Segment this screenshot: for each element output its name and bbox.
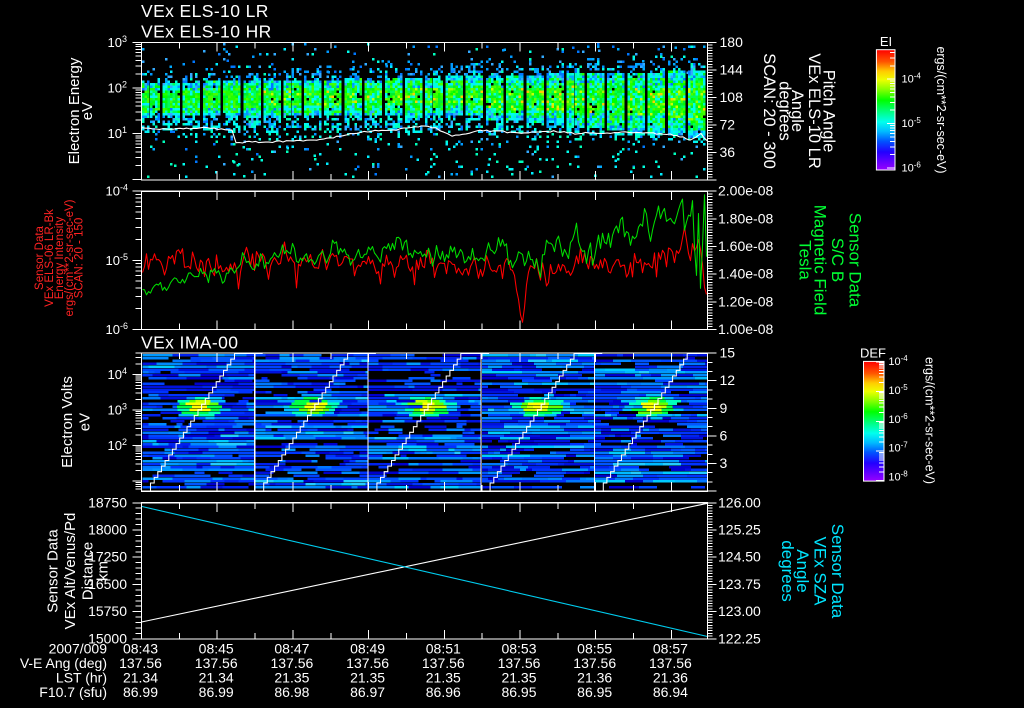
svg-text:VEx ELS-10 HR: VEx ELS-10 HR xyxy=(141,22,272,42)
svg-text:km: km xyxy=(95,561,112,581)
svg-text:ergs/(cm**2-sr-sec-eV): ergs/(cm**2-sr-sec-eV) xyxy=(923,357,937,484)
svg-text:3: 3 xyxy=(720,455,728,471)
svg-text:15: 15 xyxy=(720,345,736,361)
svg-text:144: 144 xyxy=(720,61,744,77)
svg-text:2.00e-08: 2.00e-08 xyxy=(718,183,773,199)
svg-text:degrees: degrees xyxy=(778,540,797,601)
svg-text:72: 72 xyxy=(720,116,736,132)
svg-text:124.50: 124.50 xyxy=(718,549,761,565)
svg-text:6: 6 xyxy=(720,428,728,444)
svg-text:86.95: 86.95 xyxy=(577,684,612,700)
svg-text:VEx SZA: VEx SZA xyxy=(811,537,830,607)
svg-text:1.80e-08: 1.80e-08 xyxy=(718,210,773,226)
svg-text:EI: EI xyxy=(880,34,892,49)
svg-text:SCAN: 20 - 300: SCAN: 20 - 300 xyxy=(760,53,778,169)
svg-text:eV: eV xyxy=(79,102,96,120)
svg-text:86.96: 86.96 xyxy=(426,684,461,700)
svg-text:18000: 18000 xyxy=(88,522,127,538)
svg-text:123.00: 123.00 xyxy=(718,603,761,619)
svg-text:VEx ELS-10 LR: VEx ELS-10 LR xyxy=(141,1,269,21)
svg-text:86.99: 86.99 xyxy=(199,684,234,700)
svg-text:108: 108 xyxy=(720,89,744,105)
svg-text:ergs/(cm**2-sr-sec-eV): ergs/(cm**2-sr-sec-eV) xyxy=(934,46,948,173)
svg-text:180: 180 xyxy=(720,34,744,50)
svg-text:Sensor Data: Sensor Data xyxy=(828,524,847,619)
svg-text:12: 12 xyxy=(720,372,736,388)
svg-text:122.25: 122.25 xyxy=(718,630,761,646)
svg-text:S/C B: S/C B xyxy=(828,238,847,282)
svg-text:1.20e-08: 1.20e-08 xyxy=(718,293,773,309)
svg-text:36: 36 xyxy=(720,144,736,160)
svg-text:VEx ELS-10 LR: VEx ELS-10 LR xyxy=(805,53,823,169)
svg-text:18750: 18750 xyxy=(88,494,127,510)
svg-text:F10.7 (sfu): F10.7 (sfu) xyxy=(39,684,107,700)
svg-text:VEx IMA-00: VEx IMA-00 xyxy=(141,333,238,353)
svg-text:15750: 15750 xyxy=(88,603,127,619)
svg-text:Sensor Data: Sensor Data xyxy=(45,529,62,613)
svg-text:SCAN: 20 - 150: SCAN: 20 - 150 xyxy=(74,218,86,299)
svg-text:eV: eV xyxy=(77,413,94,431)
svg-text:86.97: 86.97 xyxy=(350,684,385,700)
svg-text:86.95: 86.95 xyxy=(501,684,536,700)
svg-text:1.40e-08: 1.40e-08 xyxy=(718,266,773,282)
svg-text:1.00e-08: 1.00e-08 xyxy=(718,321,773,337)
svg-text:Electron Volts: Electron Volts xyxy=(59,376,76,468)
svg-text:Sensor Data: Sensor Data xyxy=(846,213,865,308)
svg-text:123.75: 123.75 xyxy=(718,576,761,592)
svg-text:86.94: 86.94 xyxy=(653,684,688,700)
svg-text:86.99: 86.99 xyxy=(123,684,158,700)
svg-text:1.60e-08: 1.60e-08 xyxy=(718,238,773,254)
svg-text:9: 9 xyxy=(720,400,728,416)
svg-text:125.25: 125.25 xyxy=(718,522,761,538)
svg-text:Tesla: Tesla xyxy=(796,240,815,280)
svg-text:126.00: 126.00 xyxy=(718,494,761,510)
svg-text:86.98: 86.98 xyxy=(274,684,309,700)
svg-text:DEF: DEF xyxy=(860,346,886,361)
svg-text:VEx Alt/Venus/Pd: VEx Alt/Venus/Pd xyxy=(62,513,79,630)
